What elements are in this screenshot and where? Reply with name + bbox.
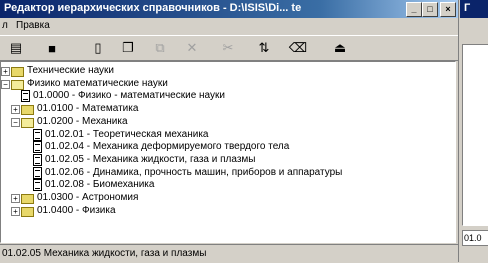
tree-item-label: 01.0400 - Физика: [37, 204, 116, 216]
expand-icon[interactable]: +: [11, 206, 20, 216]
toolbar: ▤ ■ ▯ ❐ ⧉ ✕ ✂ ⇅ ⌫ ⏏: [0, 35, 458, 61]
tree-item-label: 01.02.05 - Механика жидкости, газа и пла…: [45, 153, 256, 165]
tree-item[interactable]: +01.0300 - Астрономия: [1, 192, 451, 204]
cut-button[interactable]: ✂: [218, 38, 238, 58]
tree-item-label: 01.02.08 - Биомеханика: [45, 179, 155, 191]
tree-item-label: Технические науки: [27, 65, 115, 76]
secondary-title-text: Г: [464, 2, 471, 14]
menu-edit[interactable]: Правка: [16, 20, 50, 31]
cut-icon: ✂: [222, 40, 234, 55]
eraser-button[interactable]: ⌫: [288, 38, 308, 58]
tree-item[interactable]: 01.02.01 - Теоретическая механика: [1, 128, 451, 141]
eraser-icon: ⌫: [288, 40, 308, 55]
save-icon: ■: [48, 40, 56, 56]
sort-icon: ⇅: [258, 40, 270, 55]
tree-item-label: 01.0300 - Астрономия: [37, 192, 139, 203]
expand-icon[interactable]: +: [11, 194, 20, 203]
tree-item-label: 01.0200 - Механика: [37, 115, 128, 127]
tree-item[interactable]: +01.0400 - Физика: [1, 205, 451, 217]
tree-item[interactable]: − 01.0200 - Механика: [1, 116, 451, 128]
save-button[interactable]: ■: [42, 38, 62, 58]
folder-icon: [11, 67, 24, 77]
hierarchy-tree[interactable]: + Технические науки − Физико математические…: [0, 61, 456, 243]
collapse-icon[interactable]: −: [11, 117, 20, 127]
tree-item-label: 01.0100 - Математика: [37, 103, 139, 115]
window-title: Редактор иерархических справочников - D:…: [4, 2, 302, 14]
document-icon: [21, 90, 30, 103]
secondary-pane[interactable]: [462, 44, 488, 226]
document-icon: [33, 128, 42, 141]
exit-icon: ⏏: [333, 40, 347, 55]
secondary-title[interactable]: Г: [460, 0, 488, 18]
menu-bar: л Правка: [0, 18, 458, 35]
minimize-button[interactable]: _: [406, 2, 422, 17]
document-icon: [33, 166, 42, 179]
tree-item[interactable]: 01.0000 - Физико - математические науки: [1, 90, 451, 103]
exit-button[interactable]: ⏏: [330, 38, 350, 58]
tree-item[interactable]: +01.0100 - Математика: [1, 103, 451, 116]
secondary-field[interactable]: 01.0: [462, 230, 488, 246]
document-icon: [33, 179, 42, 192]
folder-icon: [21, 105, 34, 116]
tree-item-label: 01.02.01 - Теоретическая механика: [45, 128, 209, 140]
document-icon: [33, 141, 42, 154]
tree-item-label: Физико математические науки: [27, 77, 168, 89]
expand-icon[interactable]: +: [1, 67, 10, 76]
tree-item[interactable]: 01.02.05 - Механика жидкости, газа и пла…: [1, 153, 451, 166]
collapse-icon[interactable]: −: [1, 79, 10, 89]
folder-icon: [21, 194, 34, 204]
tree-item[interactable]: − Физико математические науки: [1, 78, 451, 90]
close-button[interactable]: ×: [440, 2, 456, 17]
expand-icon[interactable]: +: [11, 105, 20, 115]
tree-item[interactable]: + Технические науки: [1, 65, 451, 77]
add-folder-button[interactable]: ▤: [6, 38, 26, 58]
tree-item[interactable]: 01.02.08 - Биомеханика: [1, 179, 451, 192]
open-folder-icon: [11, 79, 24, 90]
main-window: Редактор иерархических справочников - D:…: [0, 0, 459, 262]
copy-button[interactable]: ❐: [118, 38, 138, 58]
secondary-window: Г 01.0: [460, 0, 488, 262]
document-icon: ▯: [94, 40, 102, 55]
document-icon: [33, 153, 42, 166]
document-button[interactable]: ▯: [88, 38, 108, 58]
menu-file[interactable]: л: [2, 20, 8, 31]
delete-button[interactable]: ✕: [182, 38, 202, 58]
status-bar: 01.02.05 Механика жидкости, газа и плазм…: [0, 244, 458, 263]
tree-item-label: 01.0000 - Физико - математические науки: [33, 90, 225, 102]
folder-icon: [21, 206, 34, 217]
status-text: 01.02.05 Механика жидкости, газа и плазм…: [2, 248, 207, 259]
open-folder-icon: [21, 117, 34, 128]
paste-button[interactable]: ⧉: [150, 38, 170, 58]
tree-item-label: 01.02.04 - Механика деформируемого тверд…: [45, 141, 290, 153]
tree-item[interactable]: 01.02.06 - Динамика, прочность машин, пр…: [1, 166, 451, 179]
tree-item[interactable]: 01.02.04 - Механика деформируемого тверд…: [1, 141, 451, 154]
title-bar[interactable]: Редактор иерархических справочников - D:…: [0, 0, 458, 18]
maximize-button[interactable]: □: [422, 2, 438, 17]
copy-icon: ❐: [122, 40, 134, 55]
tree-item-label: 01.02.06 - Динамика, прочность машин, пр…: [45, 166, 343, 178]
sort-button[interactable]: ⇅: [254, 38, 274, 58]
add-folder-icon: ▤: [9, 40, 23, 55]
delete-icon: ✕: [186, 40, 198, 55]
paste-icon: ⧉: [155, 40, 165, 55]
